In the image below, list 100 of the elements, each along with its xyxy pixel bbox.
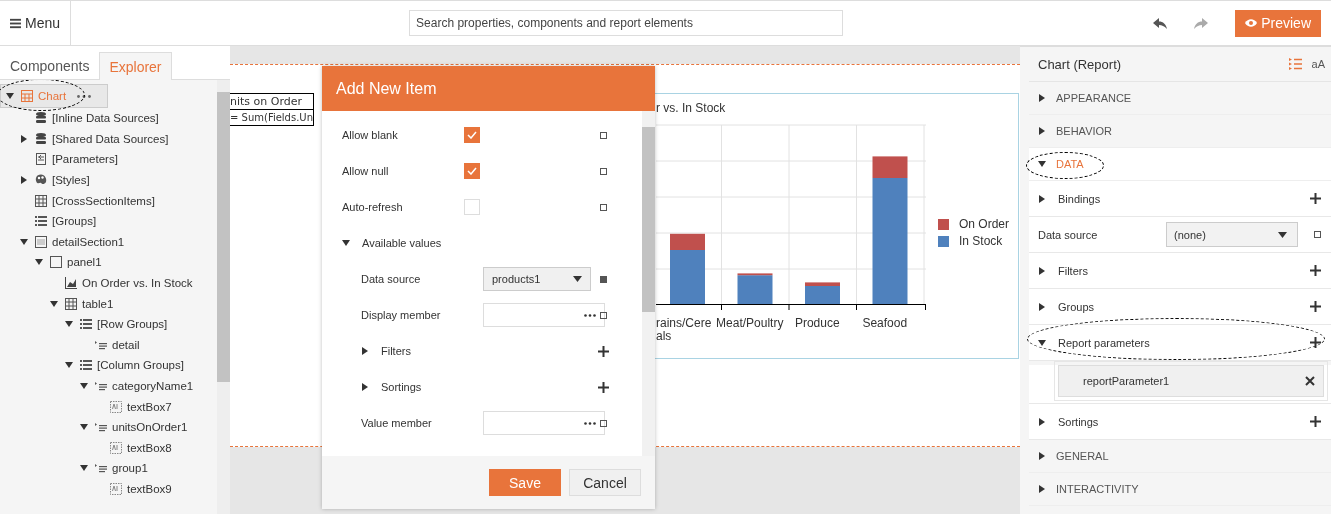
textbox-line: = Sum(Fields.Un <box>230 109 313 125</box>
list-icon[interactable] <box>1288 58 1302 70</box>
scrollbar[interactable] <box>642 111 655 456</box>
check-icon <box>467 131 477 139</box>
data-source-dropdown[interactable]: products1 <box>483 267 591 291</box>
tree-item[interactable]: [Column Groups] <box>0 355 217 376</box>
plus-icon[interactable] <box>1310 301 1321 312</box>
expand-arrow-icon[interactable] <box>35 258 43 267</box>
tree-item[interactable]: unitsOnOrder1 <box>0 416 217 438</box>
tree-item[interactable]: On Order vs. In Stock <box>0 272 217 294</box>
tree-item[interactable]: [Styles] <box>0 169 217 191</box>
font-size-toggle[interactable]: aA <box>1311 58 1325 70</box>
expand-arrow-icon <box>1038 127 1046 135</box>
square-icon[interactable] <box>600 275 607 283</box>
plus-icon[interactable] <box>598 345 609 357</box>
square-icon[interactable] <box>600 131 607 139</box>
section-label[interactable]: Sortings <box>381 381 422 393</box>
square-icon[interactable] <box>1314 231 1321 238</box>
expand-arrow-icon <box>1038 160 1046 168</box>
field-label: Auto-refresh <box>342 201 404 213</box>
expand-arrow-icon[interactable] <box>20 176 28 185</box>
expand-arrow-icon[interactable] <box>80 382 88 390</box>
expand-arrow-icon[interactable] <box>342 239 350 247</box>
tree-item[interactable]: table1 <box>0 293 217 314</box>
tree-item[interactable]: [Row Groups] <box>0 313 217 335</box>
tree-item-label: group1 <box>112 462 148 475</box>
parameter-name: reportParameter1 <box>1083 375 1170 387</box>
expand-arrow-icon[interactable] <box>1038 194 1046 203</box>
on-order-bar <box>872 156 908 178</box>
in-stock-bar <box>805 286 840 304</box>
on-order-bar <box>805 282 840 286</box>
tree-item[interactable]: [Groups] <box>0 210 217 232</box>
tree-item[interactable]: textBox8 <box>0 437 217 459</box>
close-icon[interactable] <box>1305 376 1315 386</box>
textbox-icon <box>110 400 122 413</box>
expand-arrow-icon[interactable] <box>50 299 58 308</box>
square-icon[interactable] <box>600 167 607 175</box>
report-icon <box>21 90 33 102</box>
property-category[interactable]: INTERACTIVITY <box>1029 473 1331 506</box>
dialog-title: Add New Item <box>336 79 437 98</box>
undo-icon[interactable] <box>1153 17 1168 29</box>
expand-arrow-icon[interactable] <box>1038 266 1046 275</box>
expand-arrow-icon[interactable] <box>361 383 369 391</box>
caret-icon <box>573 276 582 282</box>
tree-item[interactable]: categoryName1 <box>0 375 217 397</box>
square-icon[interactable] <box>600 419 607 427</box>
property-category[interactable]: GENERAL <box>1029 440 1331 473</box>
expand-arrow-icon[interactable] <box>65 361 73 370</box>
plus-icon[interactable] <box>598 381 609 393</box>
section-label[interactable]: Available values <box>362 237 442 249</box>
expand-arrow-icon[interactable] <box>20 134 28 143</box>
expand-arrow-icon[interactable] <box>6 92 14 100</box>
scrollbar[interactable] <box>217 80 230 514</box>
field-label: Allow null <box>342 165 390 177</box>
plus-icon[interactable] <box>1310 193 1321 204</box>
tree-item-label: textBox8 <box>127 441 172 454</box>
square-icon[interactable] <box>600 203 607 211</box>
tree-item[interactable]: panel1 <box>0 252 217 273</box>
checkbox[interactable] <box>464 163 480 179</box>
field-label: Data source <box>361 273 422 285</box>
plus-icon[interactable] <box>1310 337 1321 348</box>
search-field[interactable]: Search properties, components and report elements <box>409 10 844 36</box>
legend-label: In Stock <box>959 234 1003 248</box>
expand-arrow-icon[interactable] <box>1038 417 1046 426</box>
tree-item[interactable]: detail <box>0 334 217 356</box>
groups-icon <box>80 359 92 372</box>
tree-item[interactable]: group1 <box>0 458 217 479</box>
expand-arrow-icon[interactable] <box>1038 338 1046 347</box>
plus-icon[interactable] <box>1310 416 1321 427</box>
member-picker-field[interactable] <box>483 411 605 435</box>
tree-item[interactable]: detailSection1 <box>0 231 217 253</box>
section-label[interactable]: Filters <box>381 345 411 357</box>
panel-tab[interactable]: Components <box>0 51 100 79</box>
category-label: Meat/Poultry <box>716 315 784 332</box>
expand-arrow-icon <box>1038 452 1046 460</box>
tree-item[interactable]: textBox9 <box>0 478 217 500</box>
more-icon[interactable] <box>77 94 91 98</box>
expand-arrow-icon[interactable] <box>65 320 73 329</box>
tree-item[interactable]: [Inline Data Sources] <box>0 108 217 129</box>
expand-arrow-icon[interactable] <box>80 423 88 432</box>
data-source-dropdown[interactable]: (none) <box>1166 222 1298 247</box>
property-category[interactable]: APPEARANCE <box>1029 82 1331 115</box>
expand-arrow-icon[interactable] <box>1038 302 1046 311</box>
table-icon <box>65 297 77 310</box>
checkbox[interactable] <box>464 127 480 143</box>
member-picker-field[interactable] <box>483 303 605 327</box>
tree-item[interactable]: [CrossSectionItems] <box>0 190 217 211</box>
tree-item[interactable]: [Parameters] <box>0 149 217 170</box>
expand-arrow-icon[interactable] <box>361 347 369 355</box>
tree-item[interactable]: [Shared Data Sources] <box>0 128 217 150</box>
cancel-button[interactable]: Cancel <box>569 469 641 496</box>
tree-item-label: detailSection1 <box>52 235 125 248</box>
tree-item-label: table1 <box>82 297 114 310</box>
more-icon <box>584 313 596 317</box>
expand-arrow-icon[interactable] <box>20 237 28 246</box>
plus-icon[interactable] <box>1310 265 1321 276</box>
tree-item[interactable]: textBox7 <box>0 396 217 417</box>
in-stock-bar <box>670 250 705 304</box>
expand-arrow-icon[interactable] <box>80 464 88 473</box>
square-icon[interactable] <box>600 311 607 319</box>
